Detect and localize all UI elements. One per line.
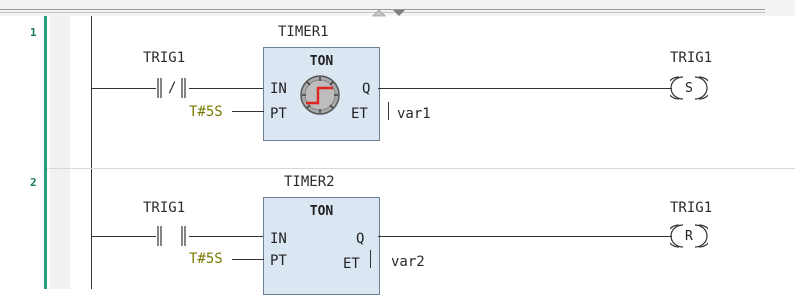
et-output-variable[interactable]: var1 <box>397 107 431 121</box>
pin-pt-label: PT <box>270 106 287 122</box>
contact-negation-glyph: / <box>168 80 177 96</box>
rung-separator <box>47 168 795 169</box>
function-block-type: TON <box>309 204 334 219</box>
pt-constant[interactable]: T#5S <box>189 252 223 266</box>
wire <box>378 88 672 89</box>
wire <box>92 88 156 89</box>
wire <box>92 236 156 237</box>
pt-constant[interactable]: T#5S <box>189 105 223 119</box>
wire <box>370 250 371 268</box>
contact-variable-label[interactable]: TRIG1 <box>143 51 185 65</box>
wire <box>232 259 264 260</box>
wire <box>378 236 672 237</box>
pin-in-label: IN <box>270 81 287 97</box>
contact-variable-label[interactable]: TRIG1 <box>143 201 185 215</box>
ton-function-block[interactable]: TON IN PT Q ET <box>263 47 380 141</box>
rung-margin-strip <box>50 16 70 289</box>
collapse-arrows-icon[interactable] <box>371 7 411 19</box>
timer-clock-icon <box>300 75 340 115</box>
pin-q-label: Q <box>356 231 365 247</box>
pin-in-label: IN <box>270 231 287 247</box>
coil-variable-label[interactable]: TRIG1 <box>670 201 712 215</box>
wire <box>189 88 264 89</box>
function-block-instance-name[interactable]: TIMER1 <box>278 25 329 39</box>
coil-type-letter: R <box>685 229 693 244</box>
pin-et-label: ET <box>343 256 360 272</box>
rung-number: 2 <box>30 176 37 189</box>
wire <box>388 102 389 120</box>
left-power-rail <box>91 16 92 289</box>
normally-open-contact-icon[interactable] <box>155 224 189 248</box>
function-block-instance-name[interactable]: TIMER2 <box>284 175 335 189</box>
wire <box>189 236 264 237</box>
coil-variable-label[interactable]: TRIG1 <box>670 51 712 65</box>
ton-function-block[interactable]: TON IN PT Q ET <box>263 197 380 295</box>
rung-number: 1 <box>30 26 37 39</box>
editor-top-bar <box>0 0 795 19</box>
line-number-gutter <box>0 16 47 289</box>
pin-pt-label: PT <box>270 253 287 269</box>
coil-type-letter: S <box>685 81 693 96</box>
function-block-type: TON <box>309 54 334 69</box>
pin-q-label: Q <box>362 81 371 97</box>
et-output-variable[interactable]: var2 <box>391 255 425 269</box>
pin-et-label: ET <box>351 106 368 122</box>
left-power-marker <box>44 16 47 289</box>
wire <box>232 111 264 112</box>
